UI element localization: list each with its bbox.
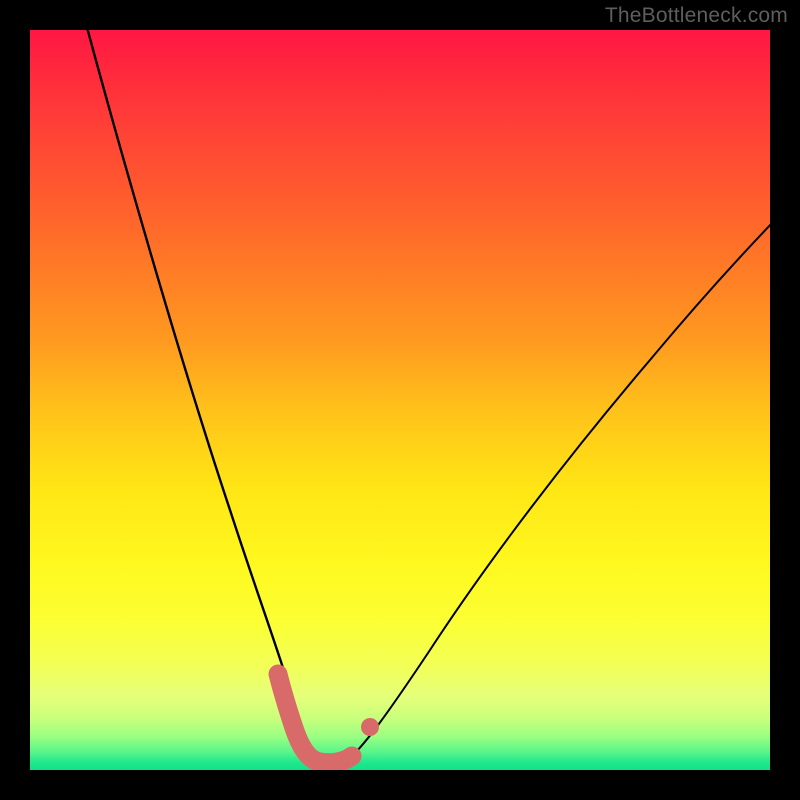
bottleneck-curve-right — [344, 220, 770, 763]
curve-layer — [30, 30, 770, 770]
plot-area — [30, 30, 770, 770]
marker-cluster — [278, 674, 352, 763]
chart-frame: TheBottleneck.com — [0, 0, 800, 800]
watermark-text: TheBottleneck.com — [605, 4, 788, 28]
bottleneck-curve-left — [85, 30, 316, 760]
marker-dot-right — [361, 718, 379, 736]
